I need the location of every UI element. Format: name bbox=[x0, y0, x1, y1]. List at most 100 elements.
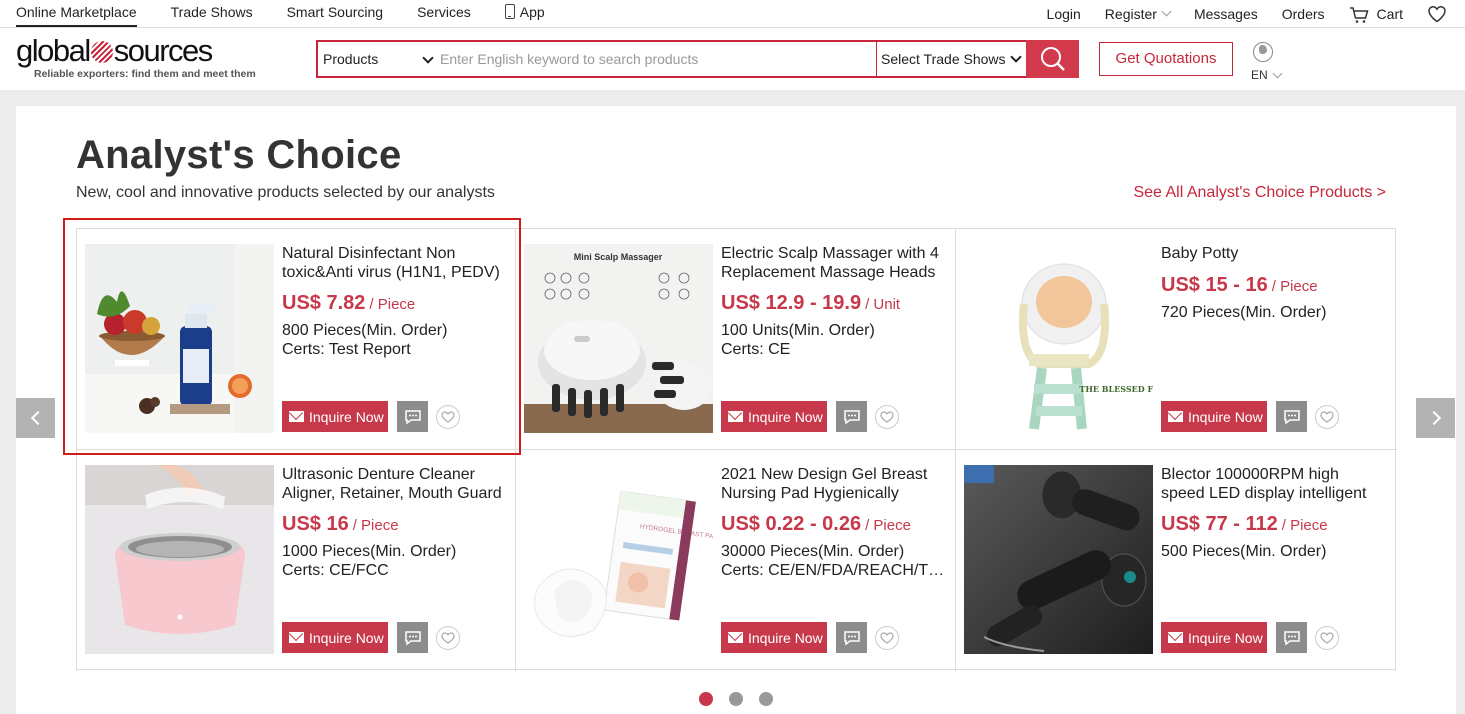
heart-icon bbox=[1320, 410, 1334, 423]
product-name[interactable]: Blector 100000RPM high speed LED display… bbox=[1161, 465, 1386, 503]
nav-online-marketplace[interactable]: Online Marketplace bbox=[16, 0, 137, 27]
certifications: Certs: CE/FCC bbox=[282, 562, 389, 579]
trade-shows-label: Select Trade Shows bbox=[881, 51, 1006, 67]
inquire-now-button[interactable]: Inquire Now bbox=[721, 622, 827, 653]
mail-icon bbox=[1168, 411, 1183, 422]
chat-button[interactable] bbox=[1276, 622, 1307, 653]
favorite-button[interactable] bbox=[436, 625, 460, 650]
inquire-label: Inquire Now bbox=[1188, 629, 1263, 646]
product-image[interactable]: HYDROGEL BREAST PADS bbox=[524, 465, 713, 654]
chevron-left-icon bbox=[30, 410, 45, 426]
chat-icon bbox=[1283, 630, 1300, 645]
heart-icon bbox=[441, 631, 455, 644]
inquire-now-button[interactable]: Inquire Now bbox=[1161, 622, 1267, 653]
pagination-dot-2[interactable] bbox=[729, 692, 743, 706]
inquire-now-button[interactable]: Inquire Now bbox=[282, 401, 388, 432]
language-selector[interactable]: EN bbox=[1251, 42, 1291, 82]
mail-icon bbox=[728, 411, 743, 422]
pagination-dot-1[interactable] bbox=[699, 692, 713, 706]
globe-icon bbox=[1253, 42, 1273, 62]
product-card[interactable]: HYDROGEL BREAST PADS 2021 New Design Gel… bbox=[516, 450, 956, 671]
product-actions: Inquire Now bbox=[282, 401, 460, 432]
carousel-next-button[interactable] bbox=[1416, 398, 1455, 438]
product-card[interactable]: THE BLESSED FOREST Baby Potty US$ 15 - 1… bbox=[956, 229, 1397, 450]
product-image[interactable]: Mini Scalp Massager bbox=[524, 244, 713, 433]
carousel-prev-button[interactable] bbox=[16, 398, 55, 438]
product-info: 2021 New Design Gel Breast Nursing Pad H… bbox=[721, 465, 946, 580]
favorite-button[interactable] bbox=[1315, 625, 1339, 650]
inquire-now-button[interactable]: Inquire Now bbox=[721, 401, 827, 432]
get-quotations-button[interactable]: Get Quotations bbox=[1099, 42, 1233, 76]
product-name[interactable]: Ultrasonic Denture Cleaner Aligner, Reta… bbox=[282, 465, 507, 503]
product-image[interactable] bbox=[964, 465, 1153, 654]
see-all-link[interactable]: See All Analyst's Choice Products > bbox=[1133, 184, 1386, 202]
chat-button[interactable] bbox=[397, 401, 428, 432]
price-unit: / Piece bbox=[865, 517, 911, 534]
language-label-row: EN bbox=[1251, 68, 1291, 82]
trade-shows-select[interactable]: Select Trade Shows bbox=[876, 42, 1026, 76]
top-nav: Online Marketplace Trade Shows Smart Sou… bbox=[0, 0, 1465, 28]
favorite-button[interactable] bbox=[875, 625, 899, 650]
product-price: US$ 15 - 16/ Piece bbox=[1161, 274, 1386, 297]
image-caption: Mini Scalp Massager bbox=[574, 252, 663, 262]
search-button[interactable] bbox=[1026, 40, 1079, 78]
min-order: 800 Pieces(Min. Order) bbox=[282, 322, 448, 339]
global-sources-logo[interactable]: global sources Reliable exporters: find t… bbox=[16, 35, 256, 80]
product-info: Ultrasonic Denture Cleaner Aligner, Reta… bbox=[282, 465, 507, 580]
product-name[interactable]: 2021 New Design Gel Breast Nursing Pad H… bbox=[721, 465, 946, 503]
product-card[interactable]: Mini Scalp Massager Electric Scalp Massa… bbox=[516, 229, 956, 450]
mail-icon bbox=[289, 632, 304, 643]
product-actions: Inquire Now bbox=[721, 401, 899, 432]
messages-link[interactable]: Messages bbox=[1194, 6, 1258, 22]
nav-services[interactable]: Services bbox=[417, 0, 471, 27]
pagination-dot-3[interactable] bbox=[759, 692, 773, 706]
nav-app-label: App bbox=[519, 4, 545, 20]
price-unit: / Piece bbox=[369, 296, 416, 313]
price-value: US$ 16 bbox=[282, 513, 349, 535]
mail-icon bbox=[1168, 632, 1183, 643]
product-card[interactable]: Blector 100000RPM high speed LED display… bbox=[956, 450, 1397, 671]
nav-trade-shows[interactable]: Trade Shows bbox=[171, 0, 253, 27]
min-order: 720 Pieces(Min. Order) bbox=[1161, 304, 1327, 321]
product-actions: Inquire Now bbox=[282, 622, 460, 653]
product-name[interactable]: Electric Scalp Massager with 4 Replaceme… bbox=[721, 244, 946, 282]
login-link[interactable]: Login bbox=[1047, 6, 1081, 22]
heart-icon bbox=[880, 410, 894, 423]
search-category-select[interactable]: Products bbox=[318, 42, 440, 76]
orders-link[interactable]: Orders bbox=[1282, 6, 1325, 22]
chat-button[interactable] bbox=[1276, 401, 1307, 432]
chevron-down-icon bbox=[1010, 51, 1022, 63]
chevron-down-icon bbox=[422, 52, 434, 64]
chat-button[interactable] bbox=[836, 401, 867, 432]
cart-icon bbox=[1349, 6, 1369, 23]
chat-icon bbox=[843, 630, 860, 645]
nav-smart-sourcing[interactable]: Smart Sourcing bbox=[287, 0, 383, 27]
product-card[interactable]: Natural Disinfectant Non toxic&Anti viru… bbox=[77, 229, 516, 450]
inquire-now-button[interactable]: Inquire Now bbox=[282, 622, 388, 653]
min-order: 1000 Pieces(Min. Order) bbox=[282, 543, 457, 560]
product-image[interactable] bbox=[85, 465, 274, 654]
chat-button[interactable] bbox=[836, 622, 867, 653]
favorites-heart-icon[interactable] bbox=[1427, 5, 1447, 23]
favorite-button[interactable] bbox=[875, 404, 899, 429]
product-price: US$ 16/ Piece bbox=[282, 513, 507, 536]
product-card[interactable]: Ultrasonic Denture Cleaner Aligner, Reta… bbox=[77, 450, 516, 671]
logo-mark-icon bbox=[90, 41, 113, 63]
nav-app[interactable]: App bbox=[504, 0, 545, 27]
product-image[interactable]: THE BLESSED FOREST bbox=[964, 244, 1153, 433]
search-input[interactable] bbox=[440, 42, 876, 76]
image-caption: THE BLESSED FOREST bbox=[1079, 384, 1153, 394]
favorite-button[interactable] bbox=[436, 404, 460, 429]
product-actions: Inquire Now bbox=[721, 622, 899, 653]
search-bar: Products Select Trade Shows bbox=[316, 40, 1079, 78]
register-link[interactable]: Register bbox=[1105, 6, 1172, 22]
product-name[interactable]: Natural Disinfectant Non toxic&Anti viru… bbox=[282, 244, 507, 282]
inquire-now-button[interactable]: Inquire Now bbox=[1161, 401, 1267, 432]
product-image[interactable] bbox=[85, 244, 274, 433]
product-price: US$ 12.9 - 19.9/ Unit bbox=[721, 292, 946, 315]
chat-button[interactable] bbox=[397, 622, 428, 653]
carousel-pagination bbox=[699, 692, 789, 706]
cart-link[interactable]: Cart bbox=[1349, 6, 1403, 23]
favorite-button[interactable] bbox=[1315, 404, 1339, 429]
inquire-label: Inquire Now bbox=[748, 629, 823, 646]
